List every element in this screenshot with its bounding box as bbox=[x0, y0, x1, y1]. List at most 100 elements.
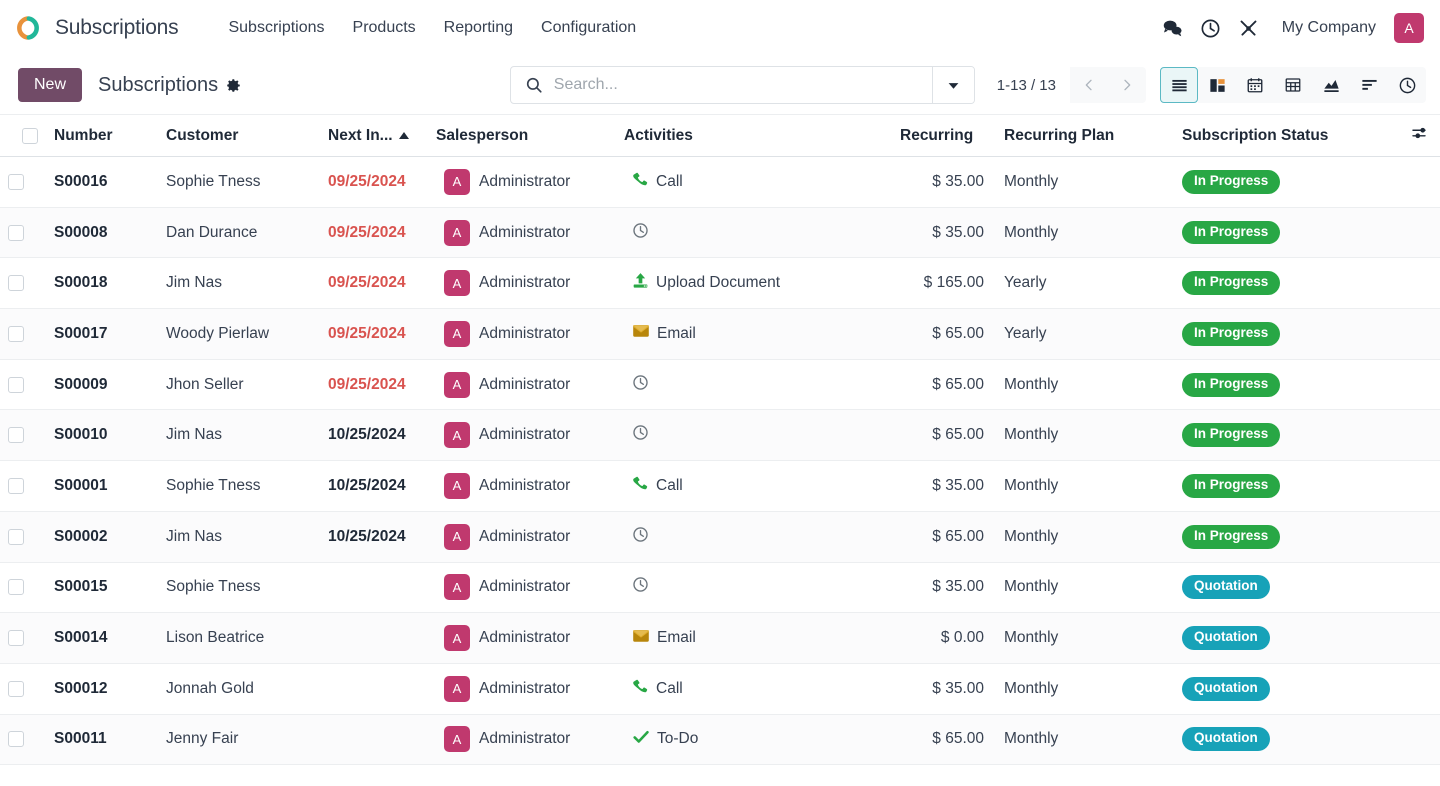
table-row[interactable]: S00010Jim Nas10/25/2024AAdministrator$ 6… bbox=[0, 410, 1440, 461]
cell-number[interactable]: S00016 bbox=[44, 157, 156, 208]
table-row[interactable]: S00011Jenny FairAAdministratorTo-Do$ 65.… bbox=[0, 714, 1440, 765]
column-header-recurring-plan[interactable]: Recurring Plan bbox=[992, 115, 1170, 157]
table-row[interactable]: S00014Lison BeatriceAAdministratorEmail$… bbox=[0, 613, 1440, 664]
cell-subscription-status[interactable]: In Progress bbox=[1170, 258, 1402, 309]
email-icon[interactable] bbox=[632, 627, 650, 650]
row-checkbox[interactable] bbox=[8, 275, 24, 291]
clock-icon[interactable] bbox=[632, 222, 649, 244]
gear-icon[interactable] bbox=[226, 78, 241, 93]
cell-customer[interactable]: Sophie Tness bbox=[156, 562, 318, 613]
table-row[interactable]: S00015Sophie TnessAAdministrator$ 35.00M… bbox=[0, 562, 1440, 613]
cohort-view-button[interactable] bbox=[1350, 67, 1388, 103]
messaging-icon[interactable] bbox=[1154, 9, 1192, 47]
table-row[interactable]: S00001Sophie Tness10/25/2024AAdministrat… bbox=[0, 461, 1440, 512]
cell-next-invoice-date[interactable] bbox=[318, 714, 428, 765]
column-header-customer[interactable]: Customer bbox=[156, 115, 318, 157]
table-row[interactable]: S00012Jonnah GoldAAdministratorCall$ 35.… bbox=[0, 663, 1440, 714]
cell-salesperson[interactable]: AAdministrator bbox=[428, 359, 620, 410]
cell-subscription-status[interactable]: In Progress bbox=[1170, 157, 1402, 208]
table-row[interactable]: S00017Woody Pierlaw09/25/2024AAdministra… bbox=[0, 309, 1440, 360]
search-dropdown-toggle[interactable] bbox=[932, 67, 974, 103]
cell-next-invoice-date[interactable]: 09/25/2024 bbox=[318, 359, 428, 410]
row-checkbox[interactable] bbox=[8, 681, 24, 697]
cell-recurring-plan[interactable]: Yearly bbox=[992, 258, 1170, 309]
cell-recurring[interactable]: $ 35.00 bbox=[892, 157, 992, 208]
clock-icon[interactable] bbox=[632, 424, 649, 446]
kanban-view-button[interactable] bbox=[1198, 67, 1236, 103]
cell-activities[interactable]: Call bbox=[620, 461, 892, 512]
cell-recurring[interactable]: $ 35.00 bbox=[892, 663, 992, 714]
cell-next-invoice-date[interactable] bbox=[318, 663, 428, 714]
column-header-salesperson[interactable]: Salesperson bbox=[428, 115, 620, 157]
cell-customer[interactable]: Jhon Seller bbox=[156, 359, 318, 410]
cell-recurring[interactable]: $ 65.00 bbox=[892, 511, 992, 562]
menu-item-configuration[interactable]: Configuration bbox=[527, 13, 650, 43]
cell-recurring-plan[interactable]: Monthly bbox=[992, 359, 1170, 410]
row-checkbox[interactable] bbox=[8, 225, 24, 241]
cell-salesperson[interactable]: AAdministrator bbox=[428, 461, 620, 512]
cell-subscription-status[interactable]: In Progress bbox=[1170, 359, 1402, 410]
cell-recurring[interactable]: $ 65.00 bbox=[892, 309, 992, 360]
cell-subscription-status[interactable]: In Progress bbox=[1170, 410, 1402, 461]
cell-activities[interactable] bbox=[620, 511, 892, 562]
brand-home-link[interactable]: Subscriptions bbox=[14, 14, 178, 42]
cell-number[interactable]: S00014 bbox=[44, 613, 156, 664]
cell-number[interactable]: S00001 bbox=[44, 461, 156, 512]
cell-activities[interactable]: Email bbox=[620, 309, 892, 360]
cell-number[interactable]: S00018 bbox=[44, 258, 156, 309]
cell-customer[interactable]: Sophie Tness bbox=[156, 461, 318, 512]
cell-next-invoice-date[interactable]: 10/25/2024 bbox=[318, 511, 428, 562]
cell-activities[interactable] bbox=[620, 562, 892, 613]
cell-recurring-plan[interactable]: Monthly bbox=[992, 663, 1170, 714]
cell-subscription-status[interactable]: In Progress bbox=[1170, 309, 1402, 360]
column-header-subscription-status[interactable]: Subscription Status bbox=[1170, 115, 1402, 157]
cell-activities[interactable]: To-Do bbox=[620, 714, 892, 765]
row-checkbox[interactable] bbox=[8, 731, 24, 747]
cell-recurring-plan[interactable]: Monthly bbox=[992, 511, 1170, 562]
check-icon[interactable] bbox=[632, 728, 650, 751]
new-button[interactable]: New bbox=[18, 68, 82, 103]
cell-customer[interactable]: Jim Nas bbox=[156, 511, 318, 562]
cell-recurring[interactable]: $ 65.00 bbox=[892, 410, 992, 461]
cell-recurring[interactable]: $ 35.00 bbox=[892, 562, 992, 613]
cell-subscription-status[interactable]: In Progress bbox=[1170, 461, 1402, 512]
cell-number[interactable]: S00002 bbox=[44, 511, 156, 562]
cell-recurring[interactable]: $ 0.00 bbox=[892, 613, 992, 664]
cell-number[interactable]: S00011 bbox=[44, 714, 156, 765]
cell-salesperson[interactable]: AAdministrator bbox=[428, 309, 620, 360]
cell-recurring-plan[interactable]: Monthly bbox=[992, 461, 1170, 512]
cell-salesperson[interactable]: AAdministrator bbox=[428, 511, 620, 562]
cell-number[interactable]: S00010 bbox=[44, 410, 156, 461]
cell-recurring-plan[interactable]: Yearly bbox=[992, 309, 1170, 360]
table-row[interactable]: S00008Dan Durance09/25/2024AAdministrato… bbox=[0, 207, 1440, 258]
table-row[interactable]: S00009Jhon Seller09/25/2024AAdministrato… bbox=[0, 359, 1440, 410]
cell-next-invoice-date[interactable]: 09/25/2024 bbox=[318, 157, 428, 208]
column-header-activities[interactable]: Activities bbox=[620, 115, 892, 157]
column-header-recurring[interactable]: Recurring bbox=[892, 115, 992, 157]
cell-activities[interactable] bbox=[620, 359, 892, 410]
cell-customer[interactable]: Sophie Tness bbox=[156, 157, 318, 208]
search-input[interactable] bbox=[554, 76, 932, 94]
list-view-button[interactable] bbox=[1160, 67, 1198, 103]
cell-number[interactable]: S00012 bbox=[44, 663, 156, 714]
cell-recurring-plan[interactable]: Monthly bbox=[992, 714, 1170, 765]
email-icon[interactable] bbox=[632, 322, 650, 345]
cell-next-invoice-date[interactable]: 09/25/2024 bbox=[318, 258, 428, 309]
row-checkbox[interactable] bbox=[8, 326, 24, 342]
cell-customer[interactable]: Jonnah Gold bbox=[156, 663, 318, 714]
cell-recurring[interactable]: $ 165.00 bbox=[892, 258, 992, 309]
cell-recurring-plan[interactable]: Monthly bbox=[992, 157, 1170, 208]
row-checkbox[interactable] bbox=[8, 630, 24, 646]
table-row[interactable]: S00018Jim Nas09/25/2024AAdministratorUpl… bbox=[0, 258, 1440, 309]
clock-icon[interactable] bbox=[632, 526, 649, 548]
cell-salesperson[interactable]: AAdministrator bbox=[428, 714, 620, 765]
cell-customer[interactable]: Jim Nas bbox=[156, 258, 318, 309]
column-header-number[interactable]: Number bbox=[44, 115, 156, 157]
cell-next-invoice-date[interactable]: 10/25/2024 bbox=[318, 410, 428, 461]
cell-subscription-status[interactable]: Quotation bbox=[1170, 562, 1402, 613]
column-header-next-invoice[interactable]: Next In... bbox=[318, 115, 428, 157]
cell-recurring[interactable]: $ 65.00 bbox=[892, 714, 992, 765]
cell-activities[interactable]: Upload Document bbox=[620, 258, 892, 309]
cell-customer[interactable]: Woody Pierlaw bbox=[156, 309, 318, 360]
pager-previous-button[interactable] bbox=[1070, 67, 1108, 103]
